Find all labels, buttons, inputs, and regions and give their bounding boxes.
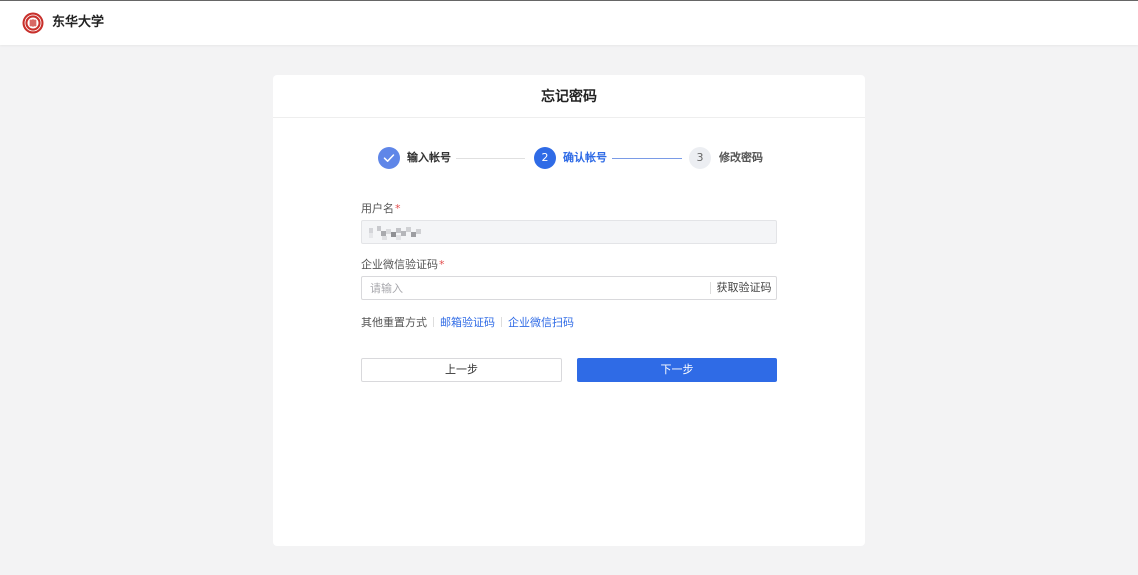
- wechat-code-label-text: 企业微信验证码: [361, 258, 438, 271]
- wechat-scan-link[interactable]: 企业微信扫码: [508, 316, 574, 329]
- wechat-code-label: 企业微信验证码*: [361, 257, 445, 273]
- username-label: 用户名*: [361, 201, 401, 217]
- username-label-text: 用户名: [361, 202, 394, 215]
- divider: [501, 317, 502, 327]
- top-navigation-bar: 东华大学: [0, 0, 1138, 45]
- university-seal-icon[interactable]: [22, 12, 44, 34]
- step-2-number: 2: [534, 147, 556, 169]
- redacted-username-mosaic: [369, 226, 421, 240]
- required-mark: *: [395, 202, 401, 215]
- divider: [433, 317, 434, 327]
- input-divider: [710, 282, 711, 294]
- check-icon: [383, 154, 395, 162]
- previous-step-button[interactable]: 上一步: [361, 358, 562, 382]
- step-connector-2: [612, 158, 682, 159]
- wechat-code-field: 获取验证码: [361, 276, 777, 300]
- university-name[interactable]: 东华大学: [52, 14, 104, 32]
- step-2-label: 确认帐号: [563, 151, 607, 164]
- required-mark: *: [439, 258, 445, 271]
- other-methods-label: 其他重置方式: [361, 316, 427, 329]
- step-3-label: 修改密码: [719, 151, 763, 164]
- next-step-button[interactable]: 下一步: [577, 358, 777, 382]
- get-code-button[interactable]: 获取验证码: [716, 277, 772, 299]
- forgot-password-card: 忘记密码 输入帐号 2 确认帐号 3 修改密码 用户名* 企业微信验证码* 请输…: [273, 75, 865, 546]
- other-reset-methods: 其他重置方式 邮箱验证码 企业微信扫码: [361, 315, 574, 331]
- page-title: 忘记密码: [273, 75, 865, 118]
- step-1-label: 输入帐号: [407, 151, 451, 164]
- wechat-code-input[interactable]: [362, 277, 710, 299]
- step-3-number: 3: [689, 147, 711, 169]
- username-field: [361, 220, 777, 244]
- step-connector-1: [456, 158, 525, 159]
- email-code-link[interactable]: 邮箱验证码: [440, 316, 495, 329]
- step-1-completed-indicator: [378, 147, 400, 169]
